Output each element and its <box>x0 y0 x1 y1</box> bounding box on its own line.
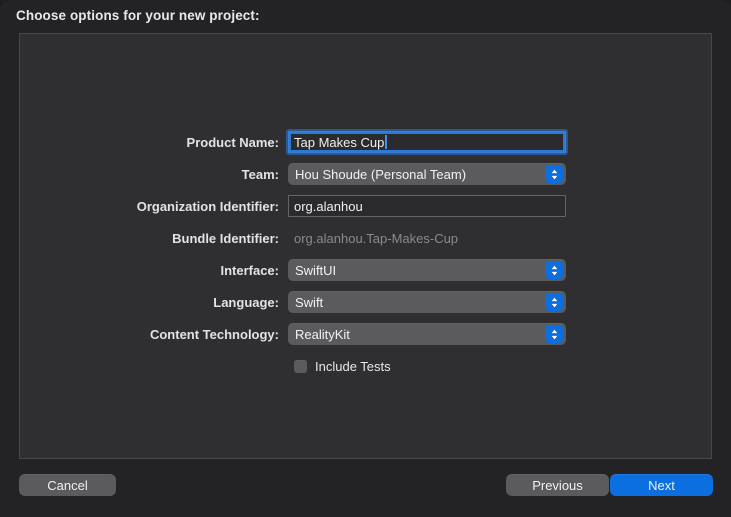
language-control: Swift <box>288 291 566 313</box>
organization-identifier-control: org.alanhou <box>288 195 566 217</box>
sheet-title: Choose options for your new project: <box>16 8 260 23</box>
organization-identifier-input[interactable]: org.alanhou <box>288 195 566 217</box>
interface-label: Interface: <box>20 263 288 278</box>
checkbox-unchecked-icon[interactable] <box>294 360 307 373</box>
product-name-label: Product Name: <box>20 135 288 150</box>
chevron-up-down-icon[interactable] <box>545 293 563 311</box>
product-name-control: Tap Makes Cup <box>288 131 566 153</box>
team-value: Hou Shoude (Personal Team) <box>295 167 466 182</box>
language-label: Language: <box>20 295 288 310</box>
team-popup-button[interactable]: Hou Shoude (Personal Team) <box>288 163 566 185</box>
text-caret <box>385 135 387 149</box>
product-name-value: Tap Makes Cup <box>294 135 384 150</box>
chevron-up-down-icon[interactable] <box>545 165 563 183</box>
content-technology-value: RealityKit <box>295 327 350 342</box>
language-popup-button[interactable]: Swift <box>288 291 566 313</box>
form-row-team: Team: Hou Shoude (Personal Team) <box>20 162 711 186</box>
form-row-bundle-identifier: Bundle Identifier: org.alanhou.Tap-Makes… <box>20 226 711 250</box>
content-technology-popup-button[interactable]: RealityKit <box>288 323 566 345</box>
form-row-content-technology: Content Technology: RealityKit <box>20 322 711 346</box>
team-control: Hou Shoude (Personal Team) <box>288 163 566 185</box>
bundle-identifier-label: Bundle Identifier: <box>20 231 288 246</box>
include-tests-label[interactable]: Include Tests <box>315 359 391 374</box>
organization-identifier-label: Organization Identifier: <box>20 199 288 214</box>
product-name-input[interactable]: Tap Makes Cup <box>288 131 566 153</box>
bundle-identifier-control: org.alanhou.Tap-Makes-Cup <box>288 227 566 249</box>
chevron-up-down-icon[interactable] <box>545 261 563 279</box>
team-label: Team: <box>20 167 288 182</box>
language-value: Swift <box>295 295 323 310</box>
next-button[interactable]: Next <box>610 474 713 496</box>
interface-control: SwiftUI <box>288 259 566 281</box>
chevron-up-down-icon[interactable] <box>545 325 563 343</box>
form-row-interface: Interface: SwiftUI <box>20 258 711 282</box>
form-row-product-name: Product Name: Tap Makes Cup <box>20 130 711 154</box>
interface-value: SwiftUI <box>295 263 336 278</box>
cancel-button[interactable]: Cancel <box>19 474 116 496</box>
options-panel: Product Name: Tap Makes Cup Team: Hou Sh… <box>19 33 712 459</box>
new-project-options-sheet: Choose options for your new project: Pro… <box>0 0 731 517</box>
organization-identifier-value: org.alanhou <box>294 199 363 214</box>
form-row-include-tests: Include Tests <box>20 356 711 376</box>
sheet-footer: Cancel Previous Next <box>0 459 731 517</box>
bundle-identifier-value: org.alanhou.Tap-Makes-Cup <box>288 227 566 249</box>
form-row-language: Language: Swift <box>20 290 711 314</box>
project-options-form: Product Name: Tap Makes Cup Team: Hou Sh… <box>20 130 711 376</box>
interface-popup-button[interactable]: SwiftUI <box>288 259 566 281</box>
content-technology-label: Content Technology: <box>20 327 288 342</box>
form-row-organization-identifier: Organization Identifier: org.alanhou <box>20 194 711 218</box>
previous-button[interactable]: Previous <box>506 474 609 496</box>
content-technology-control: RealityKit <box>288 323 566 345</box>
